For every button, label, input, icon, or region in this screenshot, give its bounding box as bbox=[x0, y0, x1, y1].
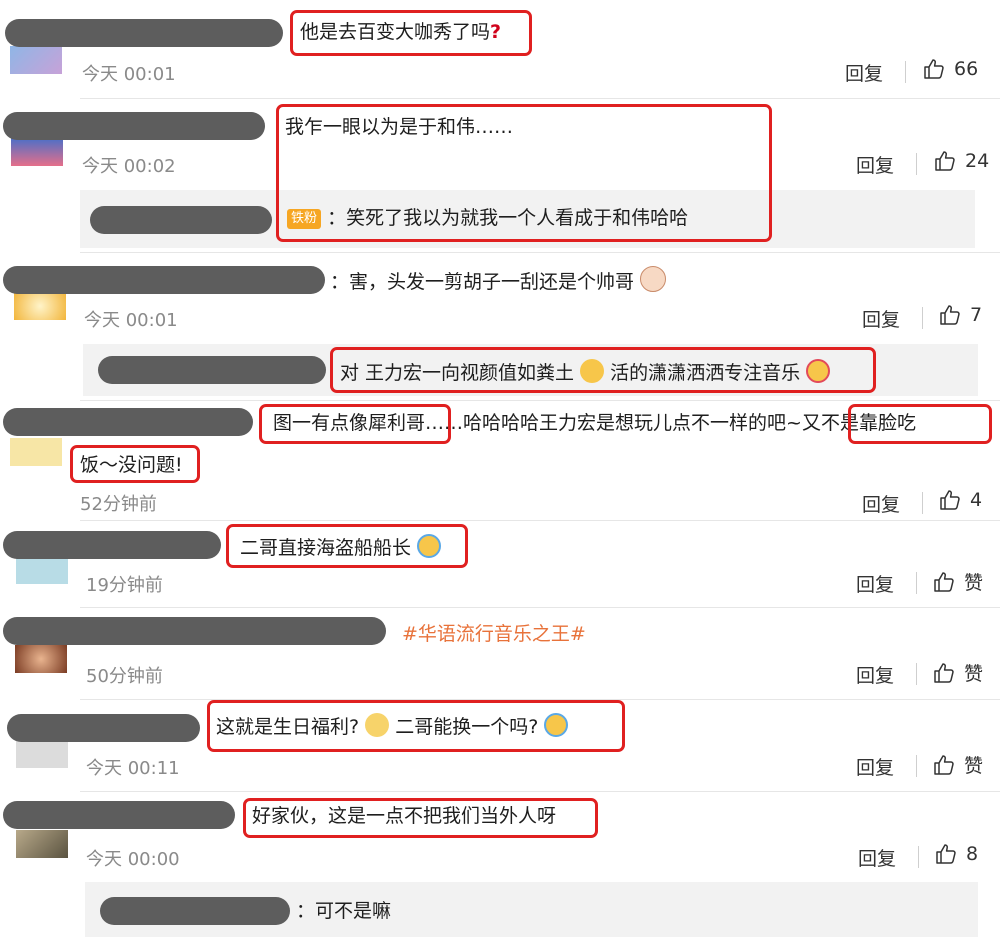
highlight-box bbox=[848, 404, 992, 444]
highlight-box bbox=[207, 700, 625, 752]
highlight-box bbox=[276, 104, 772, 242]
divider bbox=[905, 61, 906, 83]
reply-button[interactable]: 回复 bbox=[845, 59, 883, 86]
thumbs-up-icon bbox=[932, 570, 956, 594]
thumbs-up-icon bbox=[932, 661, 956, 685]
username-redacted[interactable] bbox=[3, 408, 253, 436]
highlight-box bbox=[70, 445, 200, 483]
timestamp: 今天 00:11 bbox=[86, 758, 180, 779]
row-divider bbox=[80, 520, 1000, 521]
thumbs-up-icon bbox=[938, 488, 962, 512]
username-redacted[interactable] bbox=[3, 617, 386, 645]
ox-face-emoji bbox=[640, 266, 667, 292]
avatar[interactable] bbox=[16, 556, 68, 584]
reply-button[interactable]: 回复 bbox=[856, 151, 894, 178]
divider bbox=[916, 755, 917, 777]
like-button[interactable]: 7 bbox=[938, 303, 982, 327]
row-divider bbox=[80, 607, 1000, 608]
like-button[interactable]: 8 bbox=[934, 842, 978, 866]
timestamp: 今天 00:00 bbox=[86, 849, 180, 870]
divider bbox=[916, 153, 917, 175]
divider bbox=[922, 307, 923, 329]
reply-button[interactable]: 回复 bbox=[858, 844, 896, 871]
divider bbox=[916, 572, 917, 594]
avatar[interactable] bbox=[16, 740, 68, 768]
divider bbox=[916, 663, 917, 685]
like-button[interactable]: 66 bbox=[922, 57, 978, 81]
timestamp: 19分钟前 bbox=[86, 575, 163, 596]
timestamp: 今天 00:01 bbox=[82, 64, 176, 85]
highlight-box bbox=[290, 10, 532, 56]
like-button[interactable]: 赞 bbox=[932, 751, 983, 778]
divider bbox=[922, 492, 923, 514]
like-button[interactable]: 24 bbox=[933, 149, 989, 173]
reply-button[interactable]: 回复 bbox=[856, 661, 894, 688]
row-divider bbox=[80, 400, 1000, 401]
like-count: 4 bbox=[970, 489, 983, 511]
thumbs-up-icon bbox=[933, 149, 957, 173]
comment-text: ：害，头发一剪胡子一刮还是个帅哥 bbox=[330, 266, 667, 295]
thumbs-up-icon bbox=[922, 57, 946, 81]
like-count: 7 bbox=[970, 304, 983, 326]
like-button[interactable]: 赞 bbox=[932, 568, 983, 595]
avatar[interactable] bbox=[10, 438, 62, 466]
hashtag-link[interactable]: #华语流行音乐之王# bbox=[402, 621, 586, 647]
highlight-box bbox=[330, 347, 876, 393]
like-button[interactable]: 赞 bbox=[932, 659, 983, 686]
like-count: 66 bbox=[954, 58, 979, 80]
avatar[interactable] bbox=[15, 645, 67, 673]
timestamp: 今天 00:02 bbox=[82, 156, 176, 177]
timestamp: 50分钟前 bbox=[86, 666, 163, 687]
reply-button[interactable]: 回复 bbox=[856, 753, 894, 780]
username-redacted[interactable] bbox=[3, 531, 221, 559]
reply-button[interactable]: 回复 bbox=[862, 490, 900, 517]
reply-text: ：可不是嘛 bbox=[296, 900, 392, 922]
timestamp: 今天 00:01 bbox=[84, 310, 178, 331]
username-redacted[interactable] bbox=[100, 897, 290, 925]
avatar[interactable] bbox=[11, 138, 63, 166]
like-label: 赞 bbox=[964, 755, 984, 777]
highlight-box bbox=[259, 404, 451, 444]
timestamp: 52分钟前 bbox=[80, 494, 157, 515]
like-count: 8 bbox=[966, 843, 979, 865]
username-redacted[interactable] bbox=[3, 112, 265, 140]
like-count: 24 bbox=[965, 150, 990, 172]
username-redacted[interactable] bbox=[98, 356, 326, 384]
avatar[interactable] bbox=[16, 830, 68, 858]
thumbs-up-icon bbox=[938, 303, 962, 327]
row-divider bbox=[80, 791, 1000, 792]
row-divider bbox=[80, 252, 1000, 253]
username-redacted[interactable] bbox=[5, 19, 283, 47]
highlight-box bbox=[243, 798, 598, 838]
like-label: 赞 bbox=[964, 572, 984, 594]
highlight-box bbox=[226, 524, 468, 568]
avatar[interactable] bbox=[10, 46, 62, 74]
thumbs-up-icon bbox=[934, 842, 958, 866]
like-label: 赞 bbox=[964, 663, 984, 685]
reply-button[interactable]: 回复 bbox=[856, 570, 894, 597]
row-divider bbox=[80, 98, 1000, 99]
username-redacted[interactable] bbox=[90, 206, 272, 234]
avatar[interactable] bbox=[14, 292, 66, 320]
reply-button[interactable]: 回复 bbox=[862, 305, 900, 332]
username-redacted[interactable] bbox=[3, 801, 235, 829]
like-button[interactable]: 4 bbox=[938, 488, 982, 512]
divider bbox=[918, 846, 919, 868]
thumbs-up-icon bbox=[932, 753, 956, 777]
username-redacted[interactable] bbox=[3, 266, 325, 294]
username-redacted[interactable] bbox=[7, 714, 200, 742]
